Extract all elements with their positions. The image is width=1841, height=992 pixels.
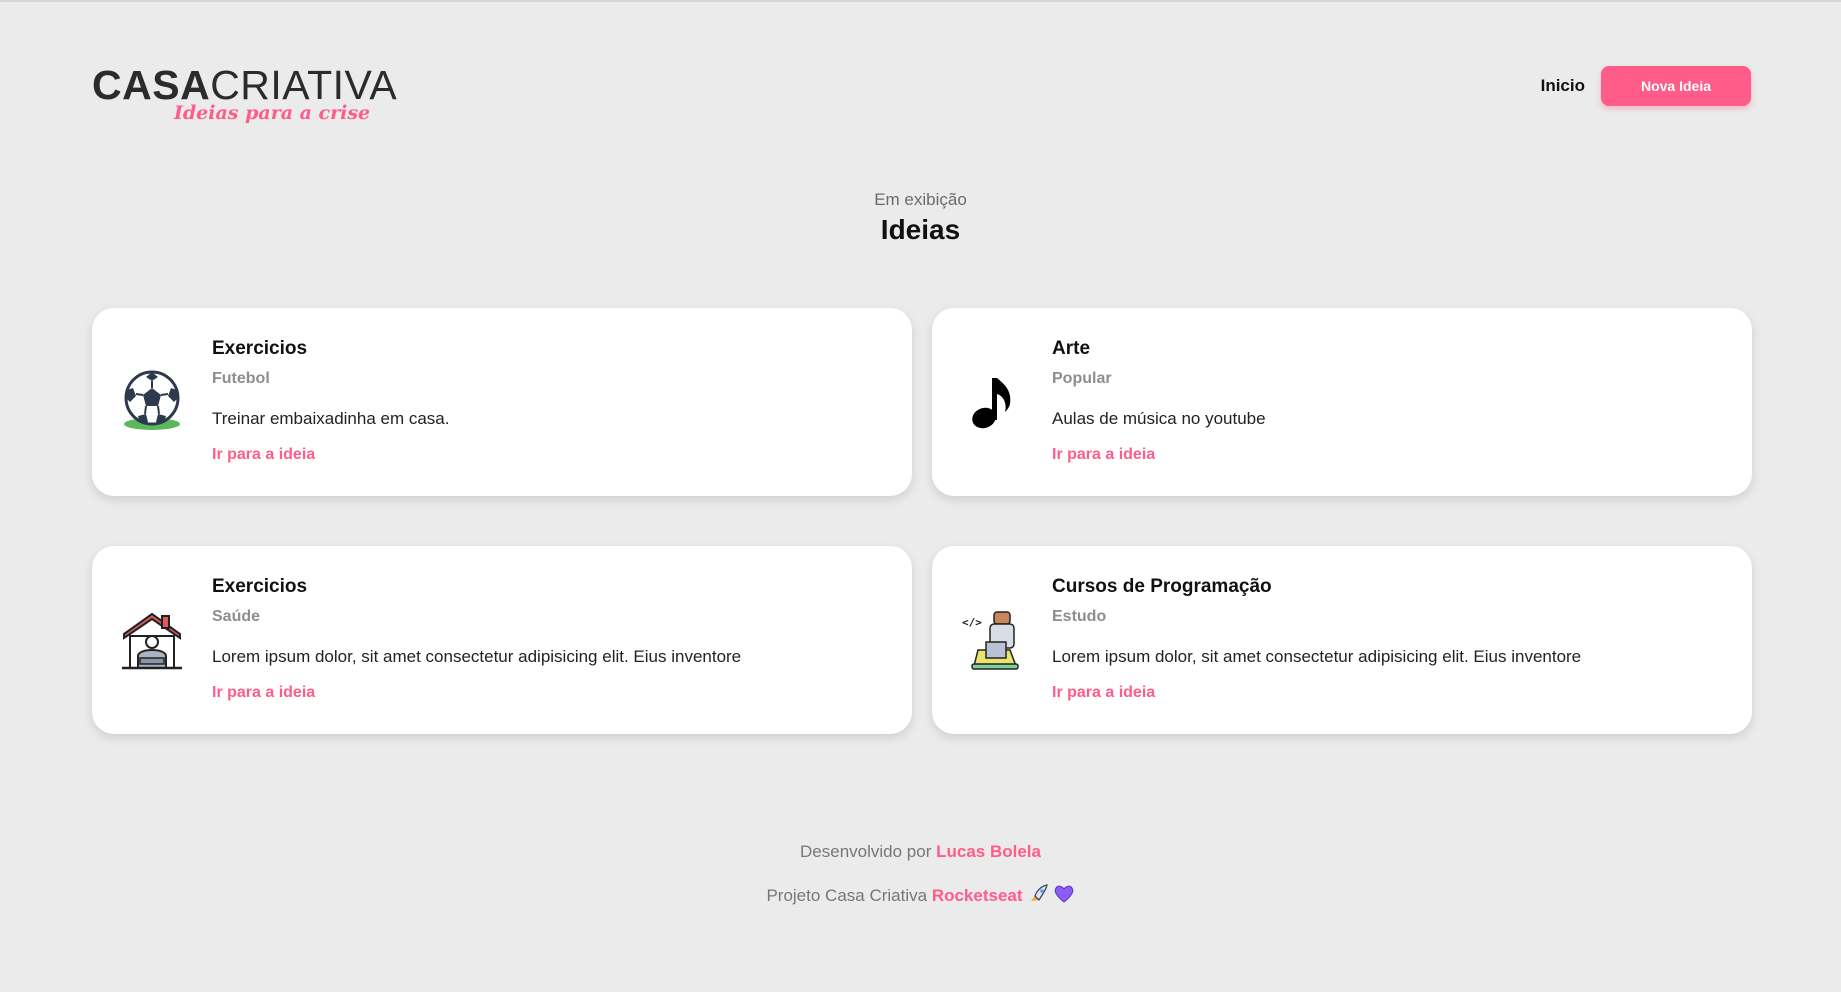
footer-project: Projeto Casa Criativa Rocketseat — [0, 884, 1841, 928]
purple-heart-icon — [1053, 884, 1075, 904]
music-note-icon — [960, 368, 1024, 436]
idea-description: Lorem ipsum dolor, sit amet consectetur … — [1052, 647, 1582, 666]
idea-category: Estudo — [1052, 608, 1107, 625]
idea-link[interactable]: Ir para a ideia — [212, 684, 315, 702]
rocket-icon — [1027, 884, 1049, 904]
idea-description: Treinar embaixadinha em casa. — [212, 409, 450, 428]
footer-project-prefix: Projeto Casa Criativa — [766, 886, 928, 905]
idea-title: Cursos de Programação — [1052, 576, 1272, 597]
footer: Desenvolvido por Lucas Bolela Projeto Ca… — [0, 840, 1841, 928]
logo[interactable]: CASACRIATIVA Ideias para a crise — [92, 62, 397, 132]
idea-link[interactable]: Ir para a ideia — [1052, 446, 1155, 464]
new-idea-button[interactable]: Nova Ideia — [1601, 66, 1751, 106]
svg-text:</>: </> — [962, 616, 982, 629]
idea-category: Futebol — [212, 370, 270, 387]
idea-card: Exercicios Futebol Treinar embaixadinha … — [92, 308, 912, 496]
nav-home-link[interactable]: Inicio — [1541, 76, 1585, 96]
footer-dev-name[interactable]: Lucas Bolela — [936, 842, 1041, 861]
home-workout-icon — [120, 606, 184, 674]
footer-credit: Desenvolvido por Lucas Bolela — [0, 840, 1841, 884]
idea-card: Arte Popular Aulas de música no youtube … — [932, 308, 1752, 496]
idea-title: Exercicios — [212, 338, 308, 359]
idea-title: Arte — [1052, 338, 1091, 359]
section-title: Ideias — [880, 214, 961, 245]
idea-category: Popular — [1052, 370, 1112, 387]
programmer-icon: </> — [960, 606, 1024, 674]
idea-card: </> Cursos de Programação Estudo Lorem i… — [932, 546, 1752, 734]
soccer-ball-icon — [120, 368, 184, 436]
header: CASACRIATIVA Ideias para a crise Inicio … — [92, 62, 1751, 132]
section-subtitle: Em exibição — [874, 190, 967, 209]
page: CASACRIATIVA Ideias para a crise Inicio … — [0, 0, 1841, 992]
idea-category: Saúde — [212, 608, 261, 625]
idea-description: Lorem ipsum dolor, sit amet consectetur … — [212, 647, 742, 666]
top-border — [0, 0, 1841, 2]
idea-title: Exercicios — [212, 576, 308, 597]
idea-link[interactable]: Ir para a ideia — [212, 446, 315, 464]
idea-description: Aulas de música no youtube — [1052, 409, 1266, 428]
footer-dev-prefix: Desenvolvido por — [800, 842, 932, 861]
footer-project-brand[interactable]: Rocketseat — [932, 886, 1023, 905]
nav: Inicio Nova Ideia — [1541, 66, 1751, 106]
logo-tagline: Ideias para a crise — [174, 102, 371, 124]
idea-link[interactable]: Ir para a ideia — [1052, 684, 1155, 702]
idea-card: Exercicios Saúde Lorem ipsum dolor, sit … — [92, 546, 912, 734]
